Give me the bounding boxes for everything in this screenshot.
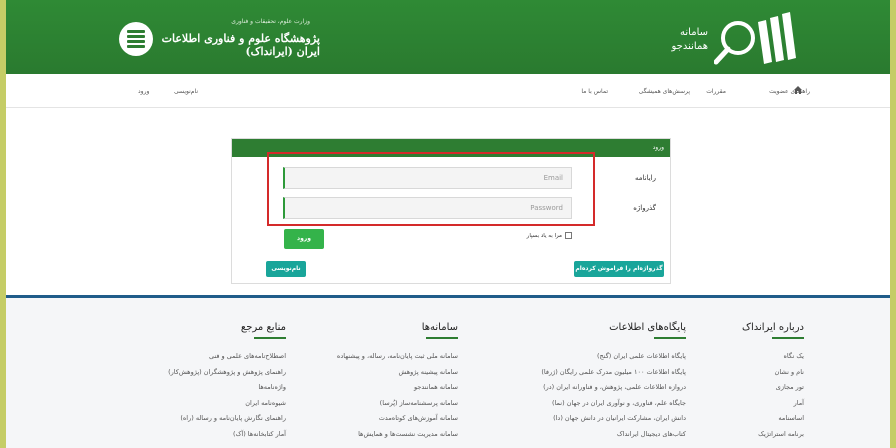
username-label: رایانامه: [635, 174, 656, 182]
hamanandjoo-logo-icon: [714, 12, 796, 65]
footer-link[interactable]: آمار کتابخانه‌ها (آک): [168, 427, 286, 443]
footer-link[interactable]: کتاب‌های دیجیتال ایرانداک: [541, 427, 686, 443]
nav-faq[interactable]: پرسش‌های همیشگی: [639, 88, 690, 95]
footer-link[interactable]: سامانه پیشینه پژوهش: [337, 365, 458, 381]
ministry-label: وزارت علوم، تحقیقات و فناوری: [231, 18, 310, 25]
footer-link[interactable]: واژه‌نامه‌ها: [168, 380, 286, 396]
top-nav: راهنمای عضویت مقررات پرسش‌های همیشگی تما…: [6, 74, 890, 108]
remember-me-label: مرا به یاد بسپار: [526, 233, 562, 239]
footer-link[interactable]: سامانه پرسشنامه‌ساز (پُرسا): [337, 396, 458, 412]
system-title: سامانه همانندجو: [622, 26, 709, 54]
system-title-line1: سامانه: [680, 27, 708, 38]
system-title-line2: همانندجو: [671, 41, 709, 52]
nav-contact[interactable]: تماس با ما: [581, 88, 608, 95]
nav-rules[interactable]: مقررات: [706, 88, 726, 95]
password-field[interactable]: [283, 197, 572, 219]
footer-link[interactable]: اساسنامه: [742, 411, 804, 427]
footer-link[interactable]: راهنمای پژوهش و پژوهشگران (پژوهش‌کار): [168, 365, 286, 381]
footer-link[interactable]: سامانه آموزش‌های کوتاه‌مدت: [337, 411, 458, 427]
footer-link[interactable]: برنامه استراتژیک: [742, 427, 804, 443]
footer-title-underline: [654, 337, 686, 339]
footer-link[interactable]: سامانه همانندجو: [337, 380, 458, 396]
site-footer: درباره ایرانداک یک نگاه نام و نشان تور م…: [6, 298, 890, 448]
login-panel: ورود رایانامه گذرواژه مرا به یاد بسپار و…: [231, 138, 671, 284]
forgot-password-button[interactable]: گذرواژه‌ام را فراموش کرده‌ام: [574, 261, 664, 277]
footer-link[interactable]: پایگاه اطلاعات علمی ایران (گنج): [541, 349, 686, 365]
footer-link[interactable]: سامانه ملی ثبت پایان‌نامه، رساله، و پیشن…: [337, 349, 458, 365]
footer-about-column: درباره ایرانداک یک نگاه نام و نشان تور م…: [742, 322, 804, 442]
site-header: وزارت علوم، تحقیقات و فناوری پژوهشگاه عل…: [6, 0, 890, 74]
footer-systems-title: سامانه‌ها: [421, 322, 458, 333]
footer-title-underline: [772, 337, 804, 339]
footer-title-underline: [254, 337, 286, 339]
footer-link[interactable]: یک نگاه: [742, 349, 804, 365]
institute-name: پژوهشگاه علوم و فناوری اطلاعات ایران (ای…: [161, 32, 320, 58]
footer-link[interactable]: پایگاه اطلاعات ۱۰۰ میلیون مدرک علمی رایگ…: [541, 365, 686, 381]
footer-link[interactable]: دروازه اطلاعات علمی، پژوهش، و فناورانه ا…: [541, 380, 686, 396]
password-label: گذرواژه: [633, 204, 656, 212]
footer-link[interactable]: آمار: [742, 396, 804, 412]
footer-link[interactable]: دانش ایران، مشارکت ایرانیان در دانش جهان…: [541, 411, 686, 427]
footer-references-title: منابع مرجع: [240, 322, 286, 333]
footer-link[interactable]: جایگاه علم، فناوری، و نوآوری ایران در جه…: [541, 396, 686, 412]
footer-databases-title: پایگاه‌های اطلاعات: [609, 322, 686, 333]
footer-link[interactable]: اصطلاح‌نامه‌های علمی و فنی: [168, 349, 286, 365]
browser-page: وزارت علوم، تحقیقات و فناوری پژوهشگاه عل…: [6, 0, 890, 448]
register-button[interactable]: نام‌نویسی: [266, 261, 306, 277]
footer-link[interactable]: تور مجازی: [742, 380, 804, 396]
email-field[interactable]: [283, 167, 572, 189]
nav-login-link[interactable]: ورود: [138, 88, 149, 95]
login-button[interactable]: ورود: [284, 229, 324, 249]
login-panel-title: ورود: [652, 144, 664, 151]
footer-link[interactable]: راهنمای نگارش پایان‌نامه و رساله (راه): [168, 411, 286, 427]
footer-databases-column: پایگاه‌های اطلاعات پایگاه اطلاعات علمی ا…: [541, 322, 686, 442]
nav-register-link[interactable]: نام‌نویسی: [174, 88, 198, 95]
footer-link[interactable]: نام و نشان: [742, 365, 804, 381]
irandoc-logo-icon: [119, 22, 153, 56]
nav-membership-guide[interactable]: راهنمای عضویت: [769, 88, 810, 95]
footer-link[interactable]: شیوه‌نامه ایران: [168, 396, 286, 412]
footer-references-column: منابع مرجع اصطلاح‌نامه‌های علمی و فنی را…: [168, 322, 286, 442]
footer-systems-column: سامانه‌ها سامانه ملی ثبت پایان‌نامه، رسا…: [337, 322, 458, 442]
footer-about-title: درباره ایرانداک: [742, 322, 804, 333]
footer-title-underline: [426, 337, 458, 339]
footer-link[interactable]: سامانه مدیریت نشست‌ها و همایش‌ها: [337, 427, 458, 443]
remember-me-checkbox[interactable]: [565, 232, 572, 239]
